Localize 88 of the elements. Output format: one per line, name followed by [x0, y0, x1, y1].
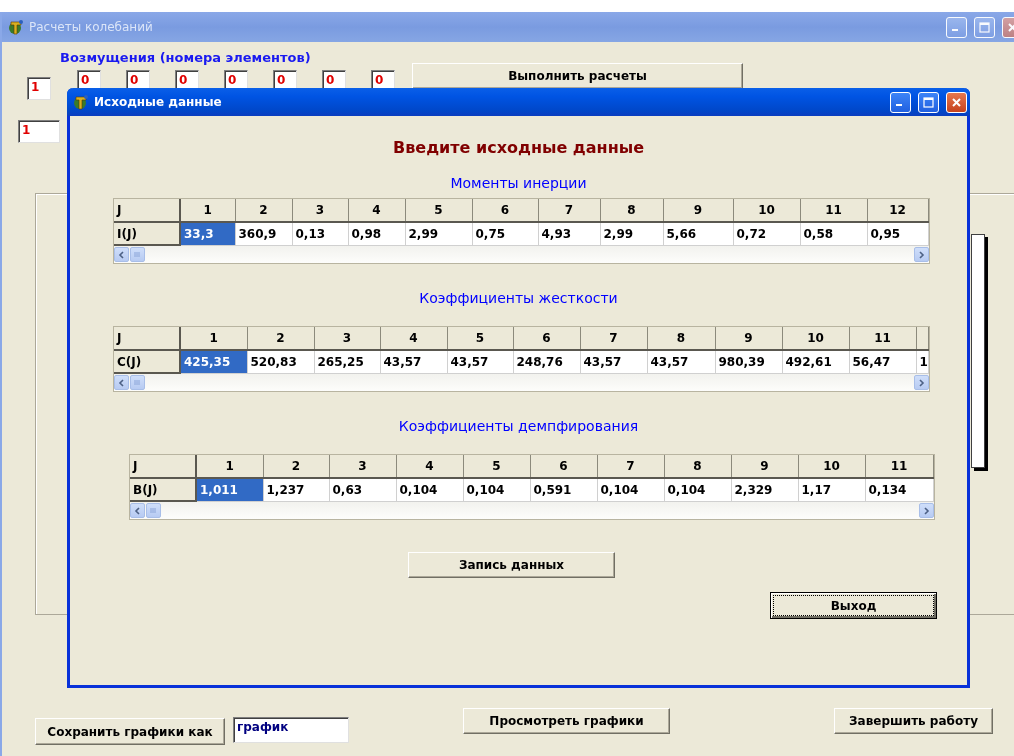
input-field[interactable]: 1 — [27, 77, 51, 100]
column-header: 4 — [396, 455, 463, 478]
table-cell[interactable]: 0,591 — [530, 478, 597, 501]
column-header: 3 — [329, 455, 396, 478]
window-title: Расчеты колебаний — [29, 20, 154, 34]
table-cell[interactable]: 1 — [916, 350, 928, 373]
window-title: Исходные данные — [94, 95, 223, 109]
column-header: 8 — [664, 455, 731, 478]
table-cell[interactable]: 43,57 — [580, 350, 647, 373]
save-charts-button[interactable]: Сохранить графики как — [35, 718, 225, 745]
column-header: 5 — [405, 199, 472, 222]
column-header: J — [114, 199, 180, 222]
column-header: 1 — [180, 327, 247, 350]
column-header: 9 — [663, 199, 733, 222]
column-header: 5 — [463, 455, 530, 478]
row-header: B(J) — [130, 478, 196, 501]
row-header: C(J) — [114, 350, 180, 373]
column-header: 6 — [472, 199, 538, 222]
finish-button[interactable]: Завершить работу — [834, 708, 993, 734]
table-cell[interactable]: 2,99 — [600, 222, 663, 245]
exit-button[interactable]: Выход — [770, 592, 937, 619]
table-cell[interactable]: 0,104 — [463, 478, 530, 501]
table-cell[interactable]: 980,39 — [715, 350, 782, 373]
grid-title: Моменты инерции — [449, 175, 588, 191]
table-cell[interactable]: 1,237 — [263, 478, 329, 501]
table-cell[interactable]: 248,76 — [513, 350, 580, 373]
column-header: 2 — [247, 327, 314, 350]
grid-title: Коэффициенты демпфирования — [397, 418, 640, 434]
input-field[interactable]: 1 — [18, 120, 60, 143]
table-cell[interactable]: 2,99 — [405, 222, 472, 245]
column-header: J — [114, 327, 180, 350]
column-header: 1 — [180, 199, 235, 222]
view-charts-button[interactable]: Просмотреть графики — [463, 708, 670, 734]
column-header: J — [130, 455, 196, 478]
table-cell[interactable]: 43,57 — [380, 350, 447, 373]
table-cell[interactable]: 4,93 — [538, 222, 600, 245]
table-cell[interactable]: 0,98 — [348, 222, 405, 245]
column-header: 8 — [647, 327, 715, 350]
column-header: 7 — [597, 455, 664, 478]
table-cell[interactable]: 56,47 — [849, 350, 916, 373]
column-header: 7 — [538, 199, 600, 222]
column-header: 2 — [263, 455, 329, 478]
column-header: 4 — [348, 199, 405, 222]
table-cell[interactable]: 0,13 — [292, 222, 348, 245]
table-cell[interactable]: 0,104 — [396, 478, 463, 501]
table-cell[interactable]: 0,134 — [865, 478, 933, 501]
table-cell[interactable]: 5,66 — [663, 222, 733, 245]
file-name-field[interactable]: график — [233, 717, 349, 743]
table-cell[interactable]: 43,57 — [447, 350, 513, 373]
column-header: 1 — [196, 455, 263, 478]
table-cell[interactable]: 0,58 — [800, 222, 867, 245]
table-cell[interactable]: 0,104 — [597, 478, 664, 501]
column-header: 12 — [867, 199, 928, 222]
column-header: 11 — [800, 199, 867, 222]
column-header: 5 — [447, 327, 513, 350]
column-header: 9 — [715, 327, 782, 350]
row-header: I(J) — [114, 222, 180, 245]
table-cell[interactable]: 0,75 — [472, 222, 538, 245]
table-cell[interactable]: 43,57 — [647, 350, 715, 373]
column-header: 11 — [865, 455, 933, 478]
table-cell[interactable]: 1,17 — [798, 478, 865, 501]
column-header: 10 — [798, 455, 865, 478]
table-cell[interactable]: 520,83 — [247, 350, 314, 373]
column-header: 6 — [513, 327, 580, 350]
column-header: 11 — [849, 327, 916, 350]
table-cell[interactable]: 265,25 — [314, 350, 380, 373]
run-button[interactable]: Выполнить расчеты — [412, 63, 743, 89]
table-cell[interactable]: 0,72 — [733, 222, 800, 245]
table-cell[interactable]: 0,104 — [664, 478, 731, 501]
save-data-button[interactable]: Запись данных — [408, 552, 615, 578]
column-header: 7 — [580, 327, 647, 350]
column-header: 9 — [731, 455, 798, 478]
table-cell[interactable]: 0,95 — [867, 222, 928, 245]
table-cell[interactable]: 0,63 — [329, 478, 396, 501]
grid-title: Коэффициенты жесткости — [418, 290, 619, 306]
dialog-heading: Введите исходные данные — [392, 138, 645, 157]
table-cell[interactable]: 2,329 — [731, 478, 798, 501]
column-header: 3 — [292, 199, 348, 222]
table-cell[interactable]: 492,61 — [782, 350, 849, 373]
column-header: 8 — [600, 199, 663, 222]
column-header: 4 — [380, 327, 447, 350]
disturbances-label: Возмущения (номера элементов) — [60, 50, 312, 65]
column-header: 10 — [782, 327, 849, 350]
column-header: 10 — [733, 199, 800, 222]
column-header: 6 — [530, 455, 597, 478]
column-header: 2 — [235, 199, 292, 222]
table-cell[interactable]: 360,9 — [235, 222, 292, 245]
column-header: 3 — [314, 327, 380, 350]
